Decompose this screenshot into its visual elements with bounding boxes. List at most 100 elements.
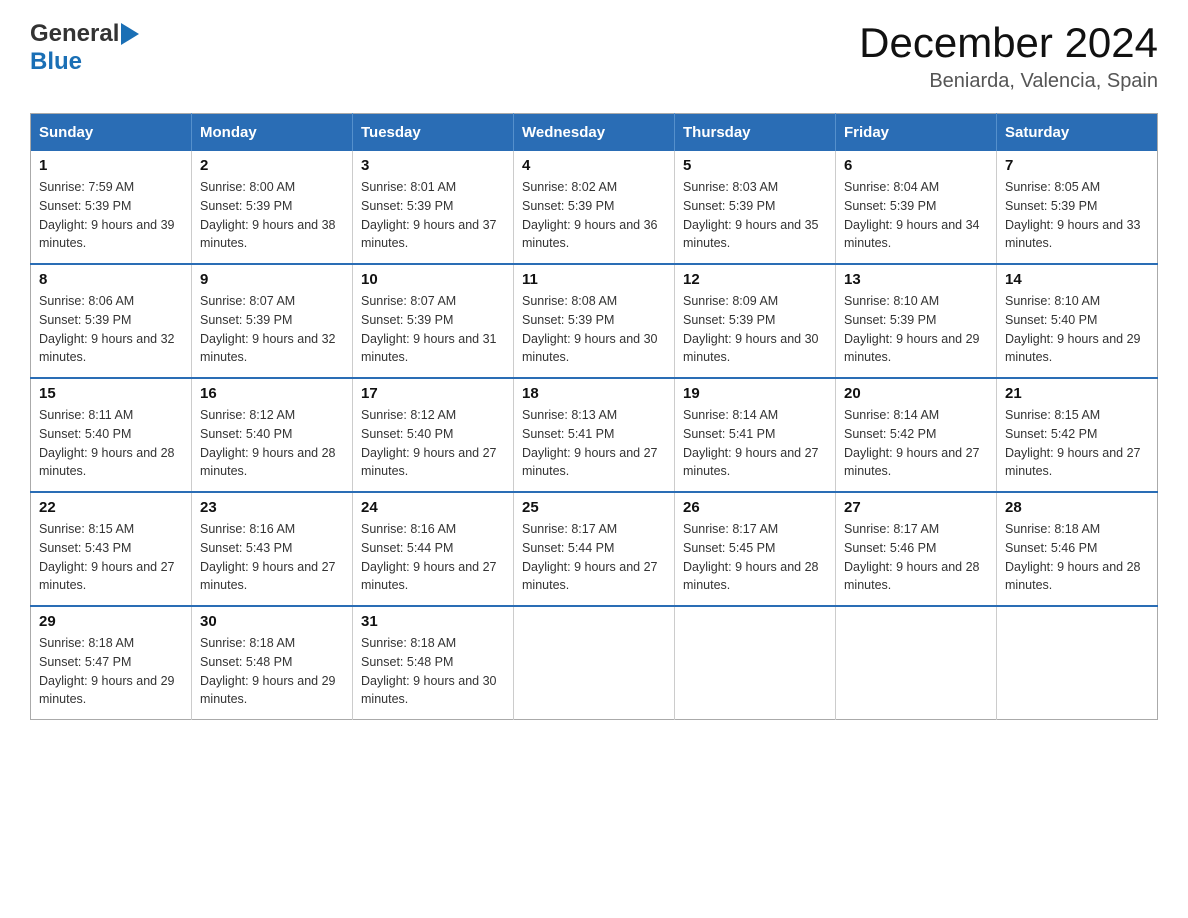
day-number: 11 [522,271,666,288]
calendar-cell [836,606,997,720]
calendar-cell: 6 Sunrise: 8:04 AMSunset: 5:39 PMDaylight… [836,151,997,264]
calendar-cell [997,606,1158,720]
day-number: 17 [361,385,505,402]
col-header-tuesday: Tuesday [353,114,514,152]
calendar-cell: 29Sunrise: 8:18 AMSunset: 5:47 PMDayligh… [31,606,192,720]
calendar-cell: 23 Sunrise: 8:16 AMSunset: 5:43 PMDayligh… [192,492,353,606]
calendar-cell: 25 Sunrise: 8:17 AMSunset: 5:44 PMDayligh… [514,492,675,606]
day-info: Sunrise: 8:02 AMSunset: 5:39 PMDaylight:… [522,178,666,253]
day-number: 3 [361,157,505,174]
calendar-cell: 26Sunrise: 8:17 AMSunset: 5:45 PMDayligh… [675,492,836,606]
day-info: Sunrise: 8:03 AMSunset: 5:39 PMDaylight:… [683,178,827,253]
calendar-cell: 1 Sunrise: 7:59 AMSunset: 5:39 PMDaylight… [31,151,192,264]
calendar-cell: 13 Sunrise: 8:10 AMSunset: 5:39 PMDayligh… [836,264,997,378]
day-info: Sunrise: 7:59 AMSunset: 5:39 PMDaylight:… [39,178,183,253]
day-number: 19 [683,385,827,402]
calendar-cell: 12 Sunrise: 8:09 AMSunset: 5:39 PMDayligh… [675,264,836,378]
calendar-cell: 16 Sunrise: 8:12 AMSunset: 5:40 PMDayligh… [192,378,353,492]
day-info: Sunrise: 8:05 AMSunset: 5:39 PMDaylight:… [1005,178,1149,253]
page-subtitle: Beniarda, Valencia, Spain [859,70,1158,93]
day-info: Sunrise: 8:01 AMSunset: 5:39 PMDaylight:… [361,178,505,253]
day-number: 27 [844,499,988,516]
day-number: 12 [683,271,827,288]
logo-blue-text: Blue [30,48,82,76]
day-number: 25 [522,499,666,516]
calendar-cell: 20 Sunrise: 8:14 AMSunset: 5:42 PMDayligh… [836,378,997,492]
calendar-cell: 5 Sunrise: 8:03 AMSunset: 5:39 PMDaylight… [675,151,836,264]
day-number: 13 [844,271,988,288]
day-info: Sunrise: 8:14 AMSunset: 5:41 PMDaylight:… [683,406,827,481]
day-info: Sunrise: 8:16 AMSunset: 5:43 PMDaylight:… [200,520,344,595]
calendar-cell: 9 Sunrise: 8:07 AMSunset: 5:39 PMDaylight… [192,264,353,378]
col-header-friday: Friday [836,114,997,152]
day-number: 21 [1005,385,1149,402]
calendar-cell: 15 Sunrise: 8:11 AMSunset: 5:40 PMDayligh… [31,378,192,492]
day-info: Sunrise: 8:06 AMSunset: 5:39 PMDaylight:… [39,292,183,367]
day-number: 1 [39,157,183,174]
day-number: 4 [522,157,666,174]
day-number: 15 [39,385,183,402]
day-number: 23 [200,499,344,516]
calendar-cell: 10Sunrise: 8:07 AMSunset: 5:39 PMDayligh… [353,264,514,378]
day-info: Sunrise: 8:12 AMSunset: 5:40 PMDaylight:… [200,406,344,481]
calendar-cell [675,606,836,720]
day-info: Sunrise: 8:09 AMSunset: 5:39 PMDaylight:… [683,292,827,367]
day-info: Sunrise: 8:10 AMSunset: 5:39 PMDaylight:… [844,292,988,367]
day-number: 18 [522,385,666,402]
calendar-cell: 17 Sunrise: 8:12 AMSunset: 5:40 PMDayligh… [353,378,514,492]
title-section: December 2024 Beniarda, Valencia, Spain [859,20,1158,93]
day-number: 5 [683,157,827,174]
day-info: Sunrise: 8:18 AMSunset: 5:47 PMDaylight:… [39,634,183,709]
day-number: 6 [844,157,988,174]
day-number: 2 [200,157,344,174]
calendar-cell: 24Sunrise: 8:16 AMSunset: 5:44 PMDayligh… [353,492,514,606]
day-info: Sunrise: 8:12 AMSunset: 5:40 PMDaylight:… [361,406,505,481]
calendar-cell [514,606,675,720]
day-number: 22 [39,499,183,516]
col-header-wednesday: Wednesday [514,114,675,152]
calendar-cell: 14Sunrise: 8:10 AMSunset: 5:40 PMDayligh… [997,264,1158,378]
day-info: Sunrise: 8:17 AMSunset: 5:46 PMDaylight:… [844,520,988,595]
day-info: Sunrise: 8:13 AMSunset: 5:41 PMDaylight:… [522,406,666,481]
day-info: Sunrise: 8:17 AMSunset: 5:45 PMDaylight:… [683,520,827,595]
day-info: Sunrise: 8:17 AMSunset: 5:44 PMDaylight:… [522,520,666,595]
day-info: Sunrise: 8:18 AMSunset: 5:46 PMDaylight:… [1005,520,1149,595]
calendar-cell: 19 Sunrise: 8:14 AMSunset: 5:41 PMDayligh… [675,378,836,492]
day-info: Sunrise: 8:15 AMSunset: 5:43 PMDaylight:… [39,520,183,595]
calendar-cell: 11 Sunrise: 8:08 AMSunset: 5:39 PMDayligh… [514,264,675,378]
calendar-cell: 7Sunrise: 8:05 AMSunset: 5:39 PMDaylight… [997,151,1158,264]
day-number: 8 [39,271,183,288]
day-info: Sunrise: 8:08 AMSunset: 5:39 PMDaylight:… [522,292,666,367]
day-number: 28 [1005,499,1149,516]
calendar-table: SundayMondayTuesdayWednesdayThursdayFrid… [30,113,1158,720]
calendar-cell: 21Sunrise: 8:15 AMSunset: 5:42 PMDayligh… [997,378,1158,492]
day-number: 9 [200,271,344,288]
calendar-cell: 2 Sunrise: 8:00 AMSunset: 5:39 PMDaylight… [192,151,353,264]
calendar-cell: 4 Sunrise: 8:02 AMSunset: 5:39 PMDaylight… [514,151,675,264]
day-number: 10 [361,271,505,288]
calendar-cell: 27 Sunrise: 8:17 AMSunset: 5:46 PMDayligh… [836,492,997,606]
col-header-thursday: Thursday [675,114,836,152]
logo-triangle-icon [121,23,139,45]
day-number: 30 [200,613,344,630]
day-info: Sunrise: 8:04 AMSunset: 5:39 PMDaylight:… [844,178,988,253]
calendar-cell: 18 Sunrise: 8:13 AMSunset: 5:41 PMDayligh… [514,378,675,492]
calendar-cell: 31 Sunrise: 8:18 AMSunset: 5:48 PMDayligh… [353,606,514,720]
day-number: 14 [1005,271,1149,288]
calendar-cell: 8 Sunrise: 8:06 AMSunset: 5:39 PMDaylight… [31,264,192,378]
calendar-cell: 3 Sunrise: 8:01 AMSunset: 5:39 PMDaylight… [353,151,514,264]
day-info: Sunrise: 8:16 AMSunset: 5:44 PMDaylight:… [361,520,505,595]
day-number: 16 [200,385,344,402]
day-info: Sunrise: 8:00 AMSunset: 5:39 PMDaylight:… [200,178,344,253]
day-info: Sunrise: 8:18 AMSunset: 5:48 PMDaylight:… [361,634,505,709]
day-info: Sunrise: 8:11 AMSunset: 5:40 PMDaylight:… [39,406,183,481]
col-header-monday: Monday [192,114,353,152]
calendar-cell: 30Sunrise: 8:18 AMSunset: 5:48 PMDayligh… [192,606,353,720]
logo: General Blue [30,20,139,76]
day-info: Sunrise: 8:14 AMSunset: 5:42 PMDaylight:… [844,406,988,481]
day-number: 31 [361,613,505,630]
col-header-sunday: Sunday [31,114,192,152]
page-header: General Blue December 2024 Beniarda, Val… [30,20,1158,93]
day-info: Sunrise: 8:07 AMSunset: 5:39 PMDaylight:… [200,292,344,367]
day-number: 20 [844,385,988,402]
